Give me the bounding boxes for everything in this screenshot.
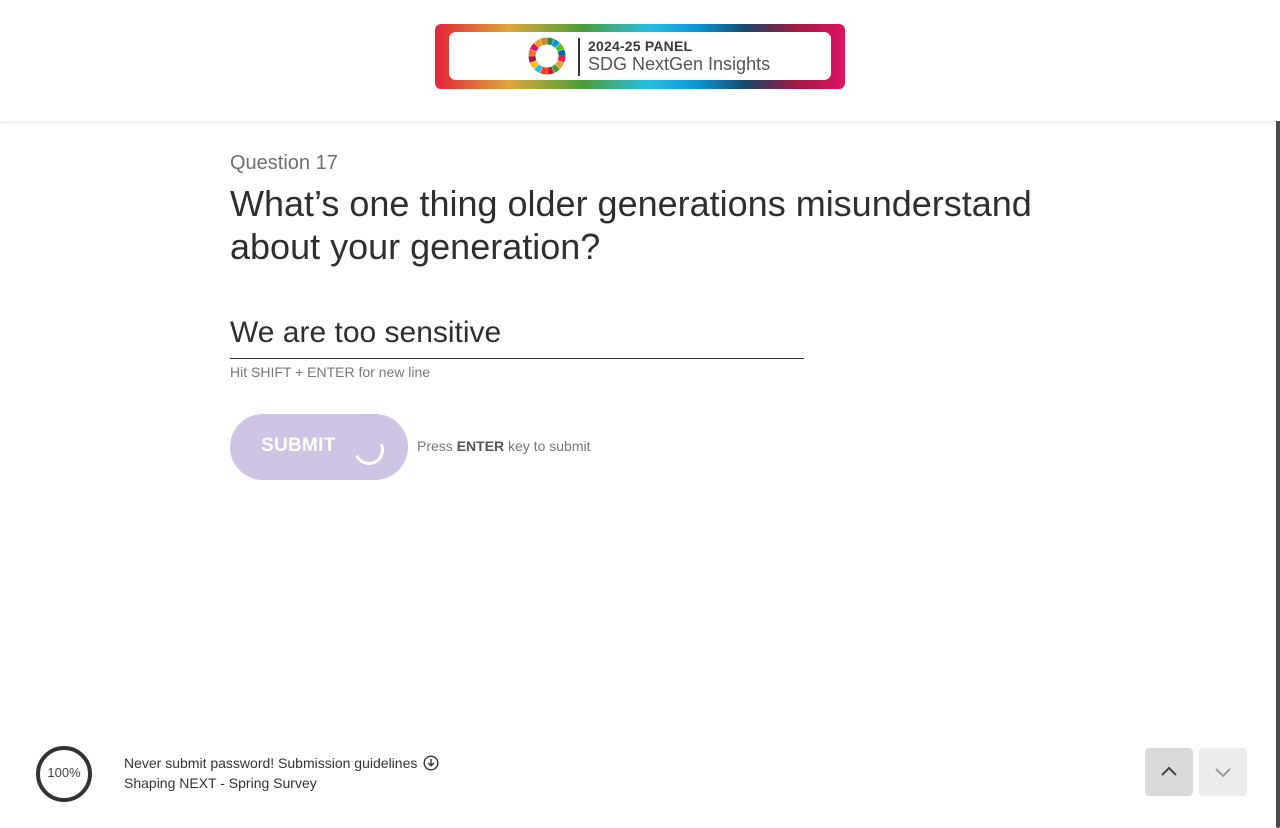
logo-separator bbox=[578, 38, 580, 76]
question-title: What’s one thing older generations misun… bbox=[230, 183, 1032, 267]
enter-hint-suffix: key to submit bbox=[508, 438, 591, 454]
logo-year: 2024-25 bbox=[588, 38, 641, 54]
sdg-panel-logo: 2024-25 PANEL SDG NextGen Insights bbox=[435, 24, 845, 89]
chevron-down-icon bbox=[1215, 768, 1231, 778]
next-question-button[interactable] bbox=[1199, 748, 1247, 796]
sdg-wheel-icon bbox=[528, 37, 566, 75]
logo-panel-word: PANEL bbox=[644, 38, 693, 54]
header: 2024-25 PANEL SDG NextGen Insights bbox=[0, 0, 1280, 121]
download-circle-icon[interactable] bbox=[423, 755, 439, 771]
submit-label: SUBMIT bbox=[261, 435, 336, 456]
logo-subtitle: SDG NextGen Insights bbox=[588, 54, 771, 74]
logo-inner: 2024-25 PANEL SDG NextGen Insights bbox=[449, 32, 831, 80]
enter-hint-key: ENTER bbox=[456, 438, 505, 454]
page-scrollbar[interactable] bbox=[1276, 55, 1280, 828]
spinner-icon bbox=[349, 430, 389, 470]
enter-hint-prefix: Press bbox=[417, 438, 453, 454]
answer-input[interactable] bbox=[230, 308, 804, 359]
previous-question-button[interactable] bbox=[1145, 748, 1193, 796]
submit-button[interactable]: SUBMIT bbox=[230, 414, 408, 480]
password-notice[interactable]: Never submit password! Submission guidel… bbox=[124, 755, 417, 771]
survey-name: Shaping NEXT - Spring Survey bbox=[124, 775, 317, 791]
progress-label: 100% bbox=[47, 765, 81, 780]
question-number: Question 17 bbox=[230, 152, 338, 174]
logo-title: 2024-25 PANEL bbox=[588, 38, 692, 54]
enter-key-hint: Press ENTER key to submit bbox=[417, 438, 591, 454]
newline-hint: Hit SHIFT + ENTER for new line bbox=[230, 364, 431, 380]
chevron-up-icon bbox=[1161, 766, 1177, 776]
